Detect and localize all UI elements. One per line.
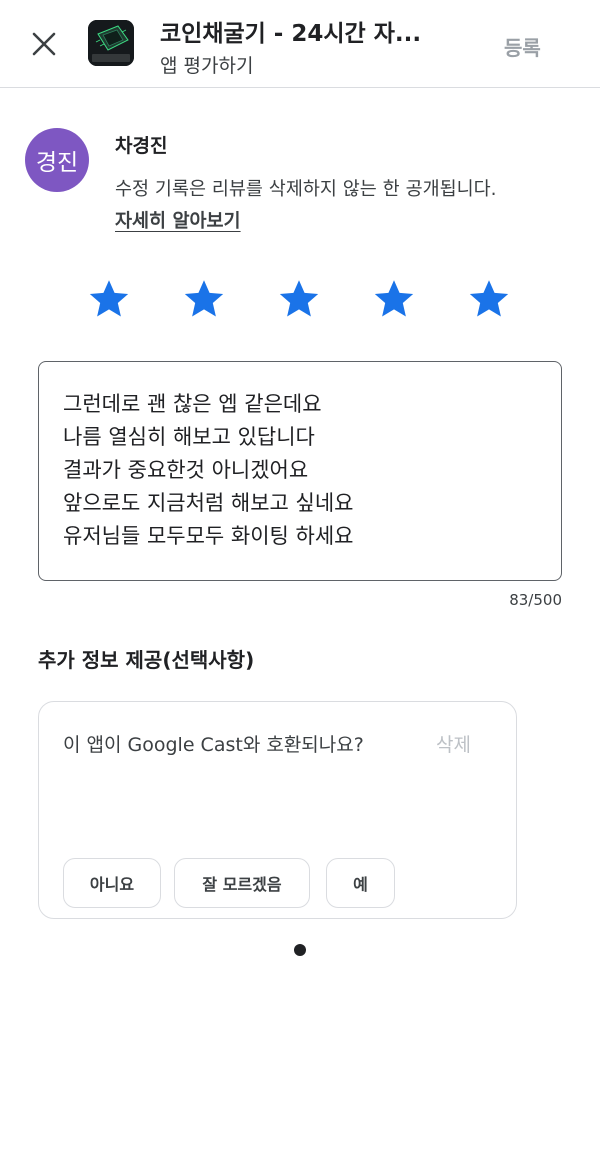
app-icon bbox=[88, 20, 134, 66]
star-1-icon[interactable] bbox=[86, 276, 132, 322]
question-text: 이 앱이 Google Cast와 호환되나요? bbox=[63, 734, 364, 756]
rate-app-subtitle: 앱 평가하기 bbox=[160, 55, 254, 77]
answer-yes-button[interactable]: 예 bbox=[326, 858, 395, 908]
close-icon bbox=[32, 32, 56, 56]
learn-more-link[interactable]: 자세히 알아보기 bbox=[115, 207, 241, 233]
star-2-icon[interactable] bbox=[181, 276, 227, 322]
answer-no-button[interactable]: 아니요 bbox=[63, 858, 161, 908]
review-text: 그런데로 괜 찮은 엡 같은데요 나름 열심히 해보고 있답니다 결과가 중요한… bbox=[63, 392, 354, 548]
page-indicator-dot bbox=[294, 944, 306, 956]
answer-unsure-button[interactable]: 잘 모르겠음 bbox=[174, 858, 310, 908]
submit-button[interactable]: 등록 bbox=[504, 32, 541, 61]
top-bar: 코인채굴기 - 24시간 자... 앱 평가하기 등록 bbox=[0, 0, 600, 88]
public-edit-notice: 수정 기록은 리뷰를 삭제하지 않는 한 공개됩니다. bbox=[115, 179, 497, 200]
character-count: 83/500 bbox=[509, 591, 562, 609]
star-rating bbox=[0, 276, 600, 324]
app-title: 코인채굴기 - 24시간 자... bbox=[160, 21, 422, 47]
star-3-icon[interactable] bbox=[276, 276, 322, 322]
star-4-icon[interactable] bbox=[371, 276, 417, 322]
question-card: 이 앱이 Google Cast와 호환되나요? 삭제 아니요 잘 모르겠음 예 bbox=[38, 701, 517, 919]
star-5-icon[interactable] bbox=[466, 276, 512, 322]
avatar: 경진 bbox=[25, 128, 89, 192]
delete-question-button[interactable]: 삭제 bbox=[436, 730, 471, 757]
chip-logo-icon bbox=[88, 20, 134, 66]
review-input[interactable]: 그런데로 괜 찮은 엡 같은데요 나름 열심히 해보고 있답니다 결과가 중요한… bbox=[38, 361, 562, 581]
close-button[interactable] bbox=[26, 26, 62, 62]
extra-info-heading: 추가 정보 제공(선택사항) bbox=[38, 648, 255, 672]
user-name: 차경진 bbox=[115, 135, 168, 157]
